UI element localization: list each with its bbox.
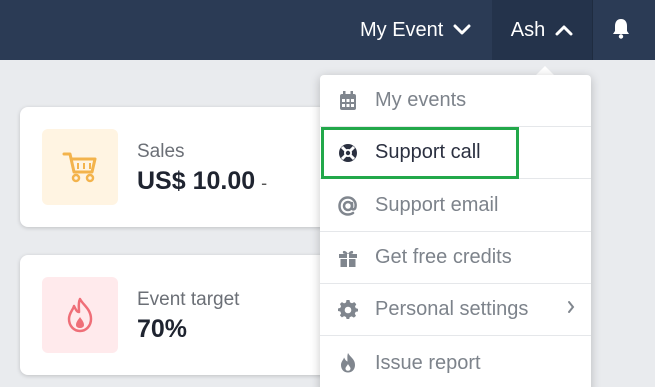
menu-item-support-email[interactable]: Support email [320, 180, 591, 232]
divider [592, 0, 593, 60]
sales-value: US$ 10.00- [137, 167, 267, 196]
user-menu-label: Ash [510, 18, 546, 41]
cart-icon [42, 129, 118, 205]
menu-item-personal-settings[interactable]: Personal settings [320, 284, 591, 336]
flame-icon [42, 277, 118, 353]
event-menu-label: My Event [360, 18, 444, 41]
event-menu-button[interactable]: My Event [360, 0, 471, 60]
flame-icon [320, 353, 375, 373]
menu-item-label: Get free credits [375, 246, 512, 268]
gear-icon [320, 299, 375, 320]
sales-change: - [261, 173, 268, 193]
menu-item-label: Support call [375, 141, 481, 163]
lifebuoy-icon [320, 143, 375, 163]
sales-label: Sales [137, 141, 185, 162]
menu-item-label: Issue report [375, 351, 481, 374]
chevron-up-icon [555, 24, 573, 36]
menu-item-label: Support email [375, 194, 499, 216]
menu-item-support-call[interactable]: Support call [320, 127, 591, 179]
chevron-right-icon [567, 300, 575, 319]
menu-item-issue-report[interactable]: Issue report [320, 337, 591, 387]
menu-item-label: Personal settings [375, 298, 529, 320]
menu-item-get-free-credits[interactable]: Get free credits [320, 232, 591, 284]
event-target-label: Event target [137, 289, 240, 310]
at-icon [320, 195, 375, 216]
menu-item-label: My events [375, 89, 467, 111]
notifications-button[interactable] [597, 0, 645, 60]
event-target-value: 70% [137, 315, 188, 343]
gift-icon [320, 248, 375, 268]
user-menu-button[interactable]: Ash [492, 0, 592, 60]
chevron-down-icon [453, 24, 471, 36]
sales-amount: US$ 10.00 [137, 167, 256, 195]
menu-item-my-events[interactable]: My events [320, 75, 591, 127]
calendar-icon [320, 90, 375, 111]
bell-icon [611, 17, 631, 44]
top-bar: My Event Ash [0, 0, 655, 60]
